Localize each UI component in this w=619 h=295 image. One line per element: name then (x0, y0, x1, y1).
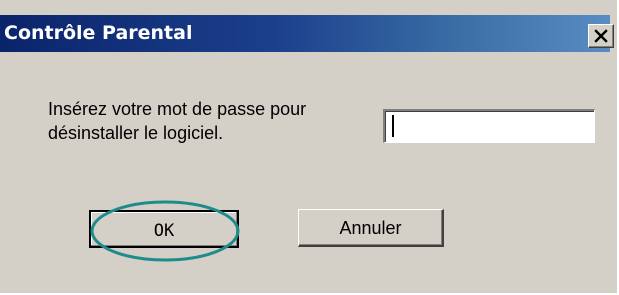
text-caret (392, 115, 394, 137)
cancel-button-label: Annuler (339, 218, 402, 238)
title-bar[interactable]: Contrôle Parental (0, 15, 610, 52)
dialog-title: Contrôle Parental (4, 22, 193, 44)
cancel-button[interactable]: Annuler (298, 209, 444, 247)
ok-button-label: OK (153, 221, 175, 241)
ok-button[interactable]: OK (89, 210, 239, 248)
prompt-text: Insérez votre mot de passe pour désinsta… (48, 99, 307, 143)
dialog-body: Insérez votre mot de passe pour désinsta… (0, 52, 610, 267)
password-input[interactable] (383, 109, 595, 143)
close-button[interactable] (588, 24, 614, 48)
dialog-window: Contrôle Parental Insérez votre mot de p… (0, 0, 619, 295)
